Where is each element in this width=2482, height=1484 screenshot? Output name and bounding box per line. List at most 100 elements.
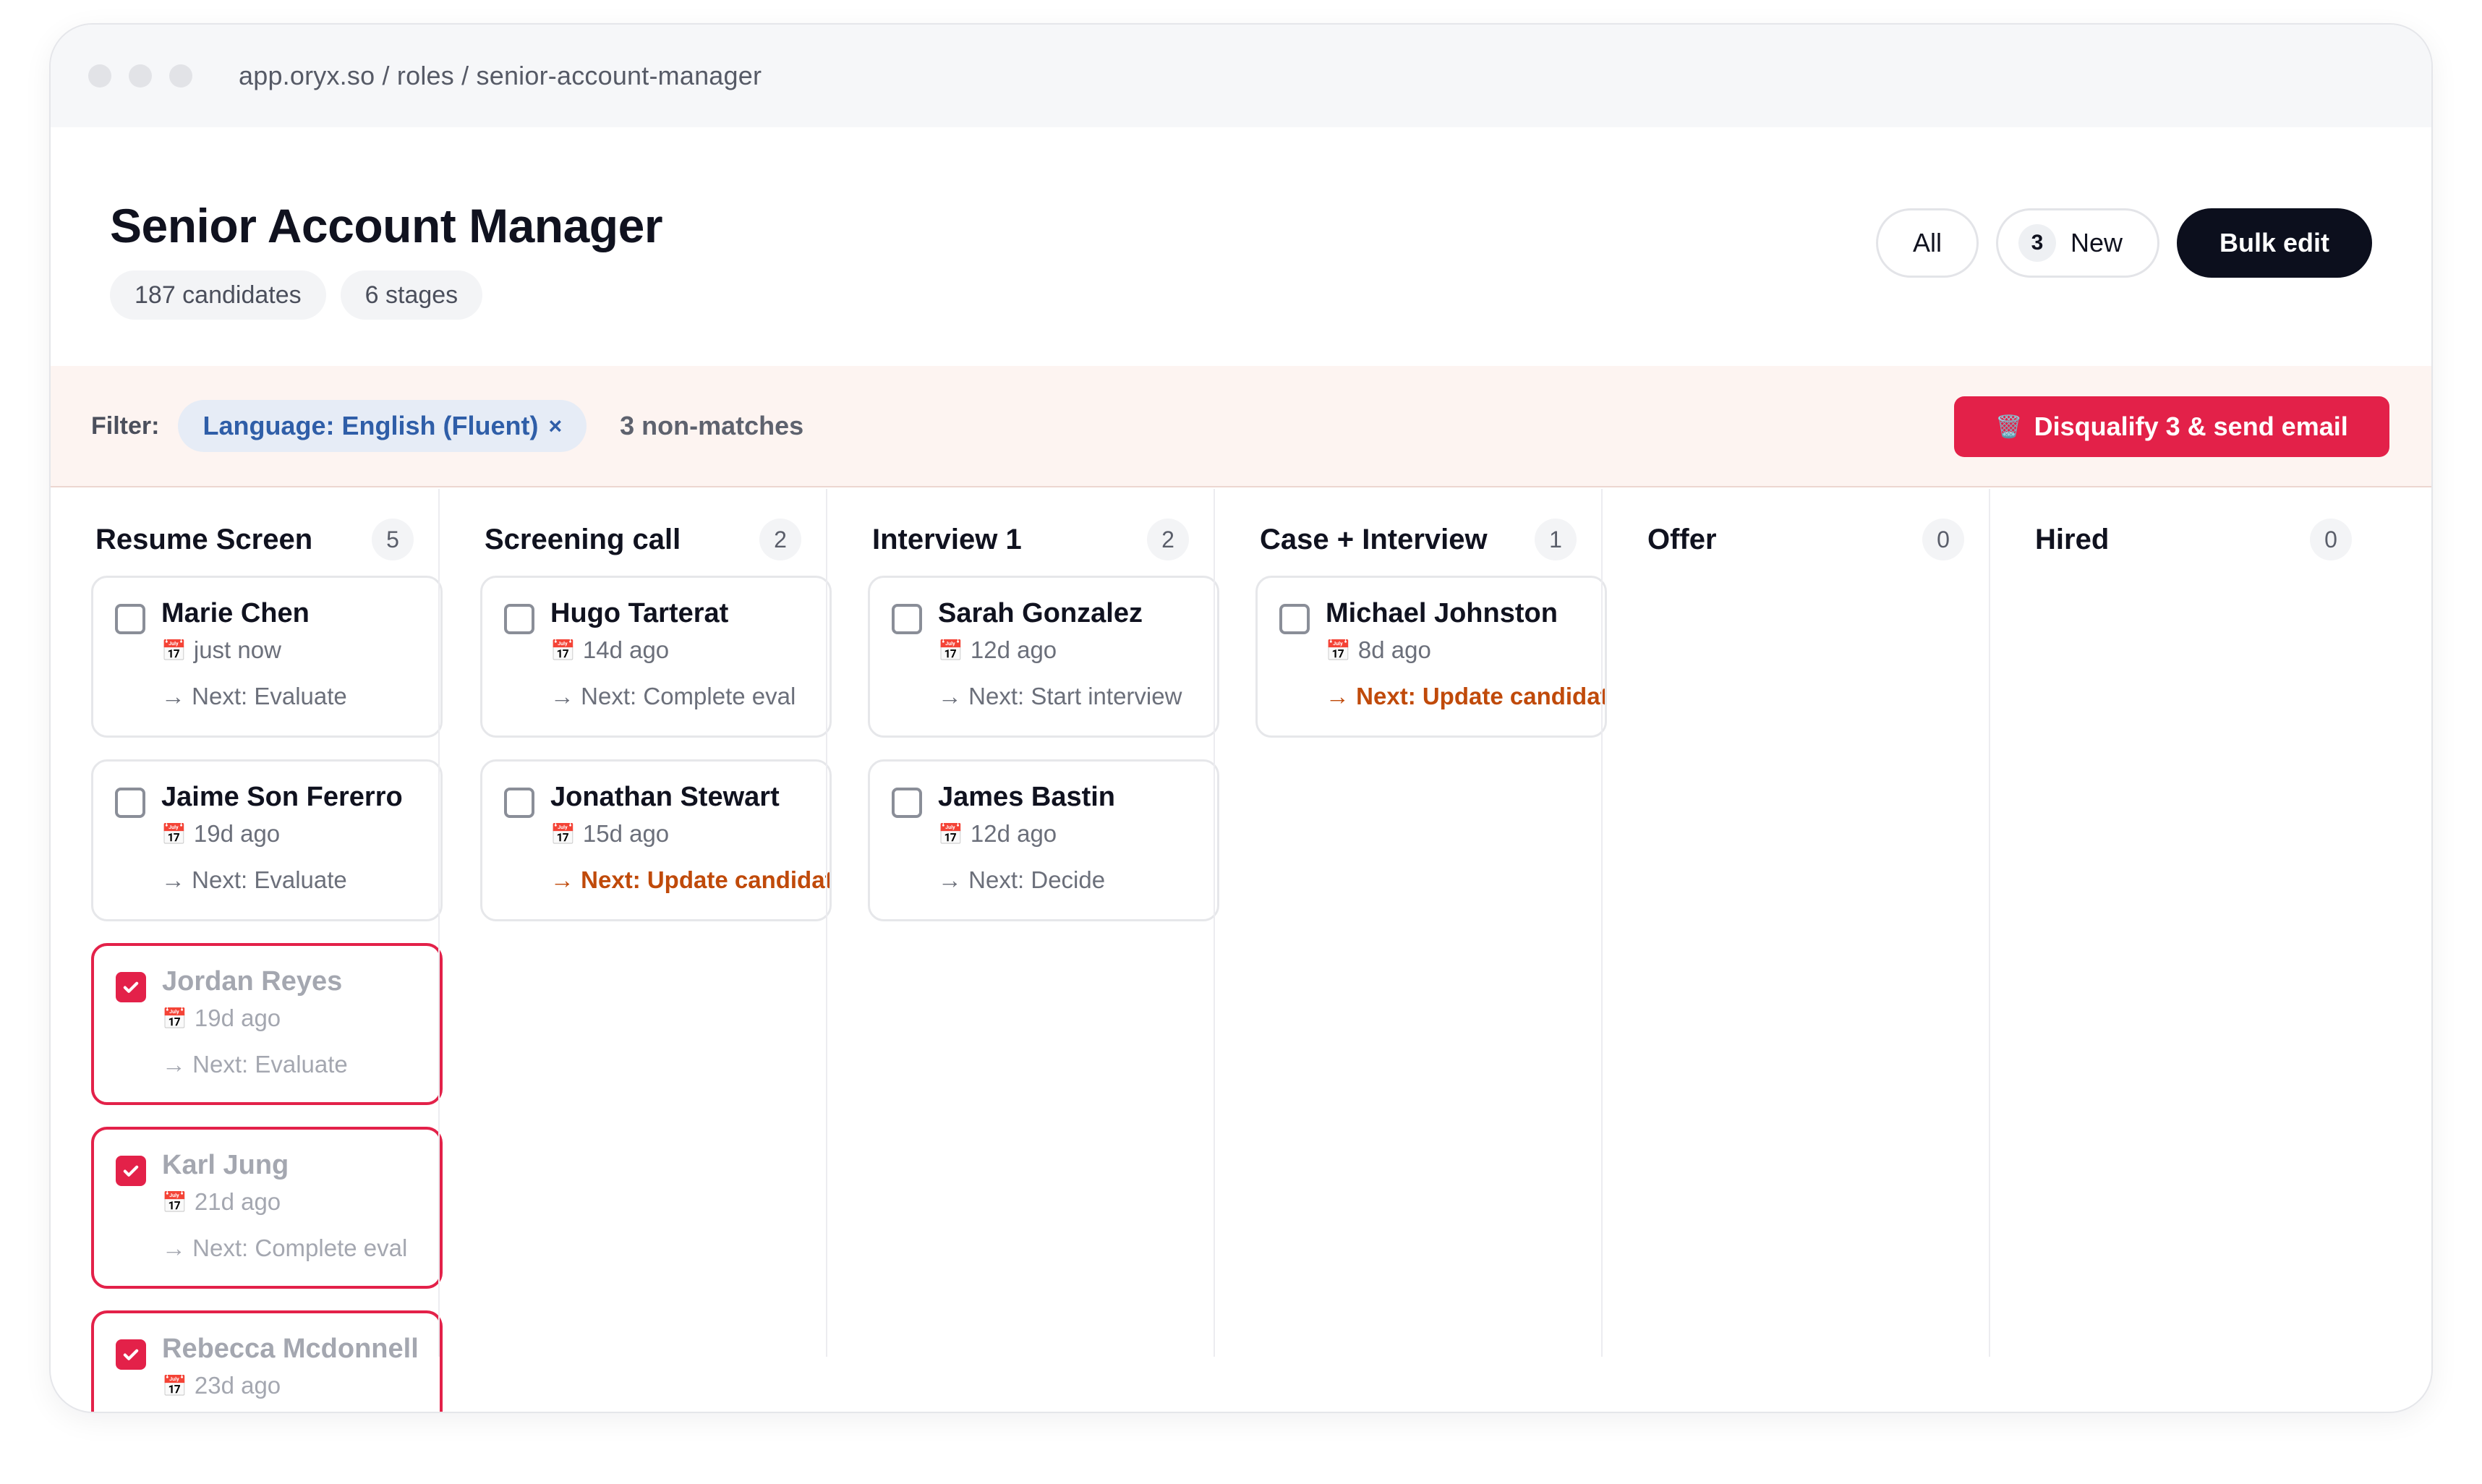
calendar-icon: 📅 — [1326, 639, 1351, 662]
app-window: app.oryx.so / roles / senior-account-man… — [49, 23, 2433, 1413]
candidate-card[interactable]: Karl Jung 📅 21d ago → Next: Complete eval — [91, 1127, 443, 1289]
stage-column: Case + Interview 1 Michael Johnston 📅 8d ago… — [1214, 489, 1607, 1357]
calendar-icon: 📅 — [550, 639, 576, 662]
bulk-edit-button[interactable]: Bulk edit — [2176, 208, 2372, 278]
candidate-card[interactable]: James Bastin 📅 12d ago → Next: Decide — [868, 759, 1219, 921]
stage-title: Hired — [2035, 523, 2110, 555]
stage-card-list: Hugo Tarterat 📅 14d ago → Next: Complete ev… — [480, 576, 832, 921]
next-action[interactable]: → Next: Decide — [938, 866, 1217, 894]
stage-title: Resume Screen — [95, 523, 313, 555]
calendar-icon: 📅 — [938, 639, 963, 662]
candidate-card[interactable]: Michael Johnston 📅 8d ago → Next: Update ca… — [1255, 576, 1607, 738]
candidate-time: 📅 8d ago — [1326, 636, 1605, 664]
time-ago: 8d ago — [1357, 636, 1431, 663]
candidate-card[interactable]: Rebecca Mcdonnell 📅 23d ago — [91, 1310, 443, 1412]
select-candidate-checkbox[interactable] — [115, 788, 145, 818]
stage-header: Hired 0 — [2035, 489, 2352, 576]
candidate-name[interactable]: Michael Johnston — [1326, 598, 1605, 629]
select-candidate-checkbox[interactable] — [116, 972, 146, 1002]
next-action[interactable]: → Next: Evaluate — [161, 683, 440, 710]
calendar-icon: 📅 — [161, 639, 187, 662]
close-window-dot[interactable] — [88, 64, 111, 88]
stage-header: Offer 0 — [1647, 489, 1964, 576]
next-action[interactable]: → Next: Update candidate — [1326, 683, 1605, 710]
candidate-name[interactable]: Karl Jung — [162, 1150, 440, 1181]
stage-column: Interview 1 2 Sarah Gonzalez 📅 12d ago → Next… — [826, 489, 1219, 1357]
language-filter-tag[interactable]: Language: English (Fluent) × — [178, 400, 587, 452]
window-controls — [88, 64, 192, 88]
calendar-icon: 📅 — [162, 1190, 187, 1214]
candidate-name[interactable]: Marie Chen — [161, 598, 440, 629]
select-candidate-checkbox[interactable] — [892, 604, 922, 634]
maximize-window-dot[interactable] — [169, 64, 192, 88]
nonmatches-count: 3 non-matches — [620, 411, 804, 440]
time-ago: 19d ago — [194, 1005, 281, 1031]
next-action[interactable]: → Next: Update candidate — [550, 866, 830, 894]
stage-header: Screening call 2 — [485, 489, 801, 576]
candidate-card[interactable]: Jordan Reyes 📅 19d ago → Next: Evaluate — [91, 943, 443, 1105]
stage-header: Resume Screen 5 — [95, 489, 414, 576]
all-filter-label: All — [1912, 228, 1942, 257]
checkmark-icon — [121, 1161, 141, 1181]
select-candidate-checkbox[interactable] — [116, 1339, 146, 1370]
remove-filter-icon[interactable]: × — [548, 413, 562, 440]
checkmark-icon — [121, 1344, 141, 1365]
page-header: Senior Account Manager 187 candidates 6 … — [51, 127, 2431, 366]
checkmark-icon — [121, 977, 141, 997]
candidate-name[interactable]: Sarah Gonzalez — [938, 598, 1217, 629]
candidate-card[interactable]: Hugo Tarterat 📅 14d ago → Next: Complete ev… — [480, 576, 832, 738]
minimize-window-dot[interactable] — [129, 64, 152, 88]
candidate-time: 📅 21d ago — [162, 1188, 440, 1216]
select-candidate-checkbox[interactable] — [892, 788, 922, 818]
calendar-icon: 📅 — [161, 822, 187, 845]
url-breadcrumb[interactable]: app.oryx.so / roles / senior-account-man… — [239, 61, 762, 91]
candidate-time: 📅 12d ago — [938, 820, 1217, 848]
select-candidate-checkbox[interactable] — [504, 788, 534, 818]
select-candidate-checkbox[interactable] — [1279, 604, 1310, 634]
candidate-card[interactable]: Jaime Son Fererro 📅 19d ago → Next: Evaluat… — [91, 759, 443, 921]
candidate-time: 📅 15d ago — [550, 820, 830, 848]
filter-bar: Filter: Language: English (Fluent) × 3 n… — [51, 366, 2431, 487]
role-stats: 187 candidates 6 stages — [110, 270, 483, 320]
time-ago: 14d ago — [582, 636, 670, 663]
candidate-name[interactable]: Jonathan Stewart — [550, 782, 830, 813]
calendar-icon: 📅 — [938, 822, 963, 845]
stage-count-badge: 1 — [1535, 519, 1577, 560]
stage-title: Offer — [1647, 523, 1717, 555]
candidate-time: 📅 14d ago — [550, 636, 830, 664]
next-action[interactable]: → Next: Complete eval — [550, 683, 830, 710]
candidates-count-chip: 187 candidates — [110, 270, 326, 320]
next-action[interactable]: → Next: Evaluate — [161, 866, 440, 894]
candidate-name[interactable]: Rebecca Mcdonnell — [162, 1334, 440, 1365]
all-filter-button[interactable]: All — [1875, 208, 1979, 278]
candidate-name[interactable]: Jaime Son Fererro — [161, 782, 440, 813]
filter-tag-label: Language: English (Fluent) — [202, 411, 539, 440]
candidate-card[interactable]: Marie Chen 📅 just now → Next: Evaluate — [91, 576, 443, 738]
filter-label: Filter: — [91, 411, 160, 440]
next-action[interactable]: → Next: Evaluate — [162, 1051, 440, 1078]
candidate-name[interactable]: Hugo Tarterat — [550, 598, 830, 629]
disqualify-label: Disqualify 3 & send email — [2034, 411, 2348, 441]
candidate-name[interactable]: Jordan Reyes — [162, 966, 440, 997]
page-title: Senior Account Manager — [110, 199, 663, 252]
stage-title: Case + Interview — [1260, 523, 1488, 555]
stage-column: Hired 0 — [1989, 489, 2376, 1357]
select-candidate-checkbox[interactable] — [116, 1156, 146, 1186]
stage-count-badge: 2 — [759, 519, 801, 560]
candidate-card[interactable]: Sarah Gonzalez 📅 12d ago → Next: Start inte… — [868, 576, 1219, 738]
stage-column: Offer 0 — [1601, 489, 1989, 1357]
next-action[interactable]: → Next: Start interview — [938, 683, 1217, 710]
candidate-time: 📅 19d ago — [161, 820, 440, 848]
select-candidate-checkbox[interactable] — [504, 604, 534, 634]
next-action[interactable]: → Next: Complete eval — [162, 1234, 440, 1262]
stage-card-list: Marie Chen 📅 just now → Next: Evaluate Jaime… — [91, 576, 443, 1412]
stage-header: Case + Interview 1 — [1260, 489, 1577, 576]
candidate-card[interactable]: Jonathan Stewart 📅 15d ago → Next: Update c… — [480, 759, 832, 921]
candidate-time: 📅 19d ago — [162, 1005, 440, 1032]
disqualify-send-email-button[interactable]: 🗑️ Disqualify 3 & send email — [1954, 396, 2389, 457]
candidate-name[interactable]: James Bastin — [938, 782, 1217, 813]
select-candidate-checkbox[interactable] — [115, 604, 145, 634]
time-ago: 19d ago — [193, 820, 281, 847]
time-ago: just now — [193, 636, 281, 663]
new-filter-button[interactable]: 3 New — [1995, 208, 2159, 278]
